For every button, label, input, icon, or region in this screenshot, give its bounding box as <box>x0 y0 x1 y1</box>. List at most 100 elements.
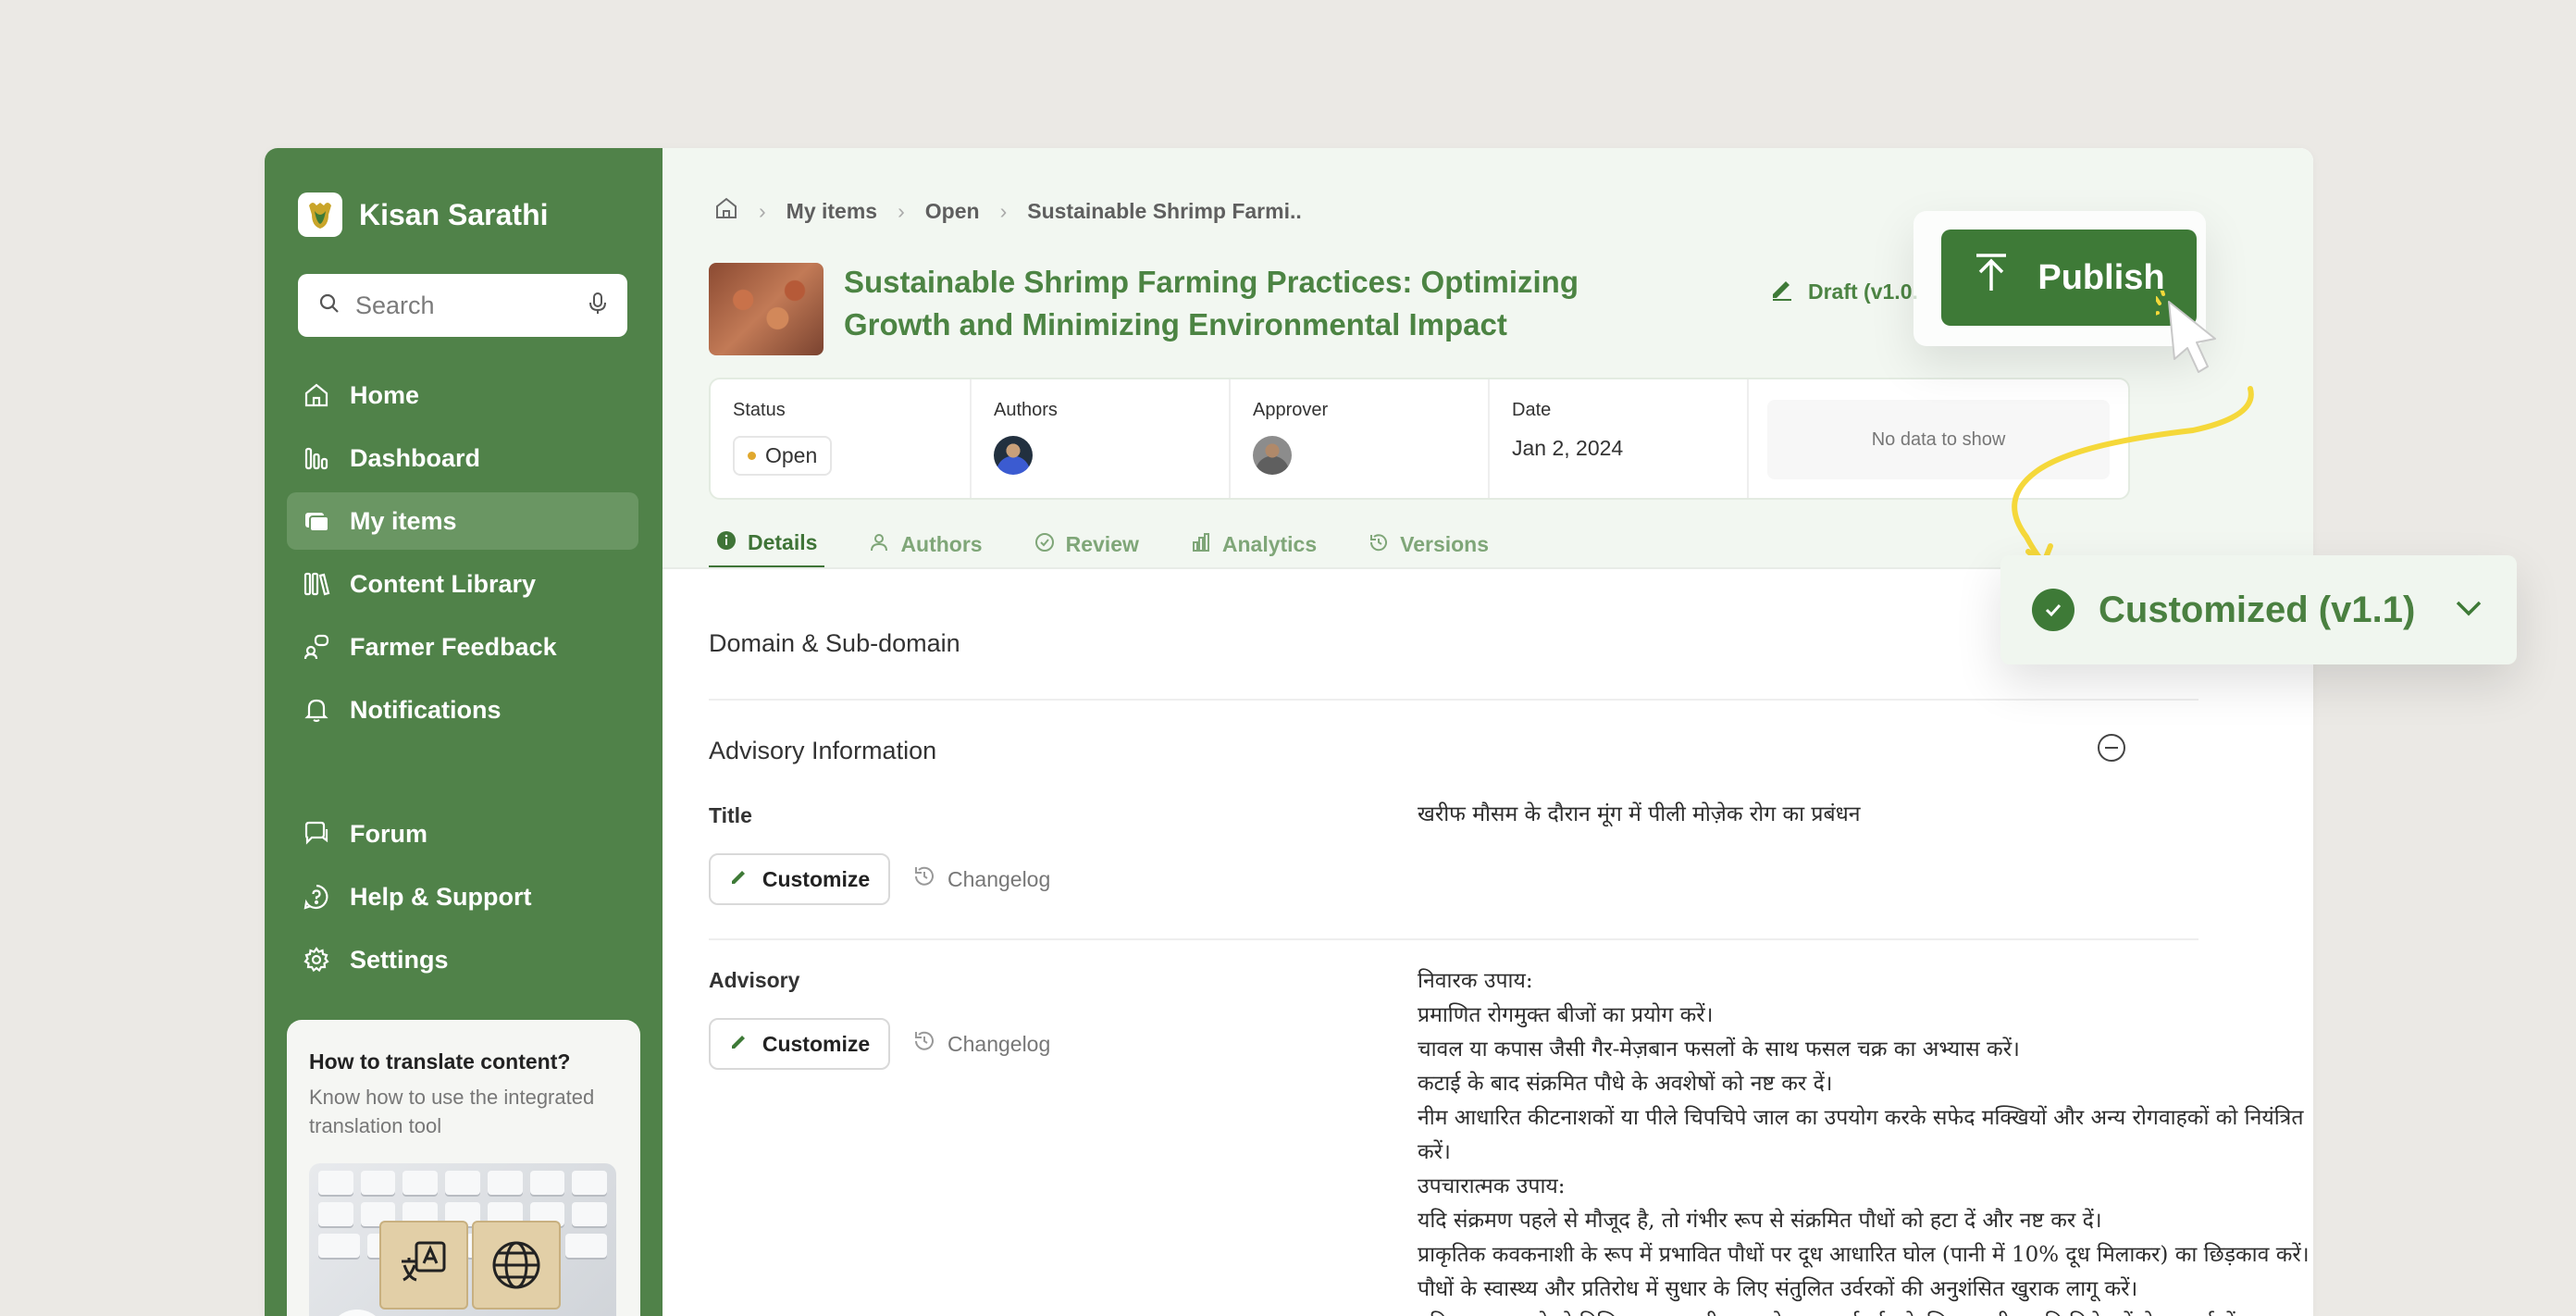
advisory-line: चावल या कपास जैसी गैर-मेज़बान फसलों के स… <box>1418 1037 2020 1061</box>
divider <box>709 699 2198 701</box>
help-card-description: Know how to use the integrated translati… <box>309 1086 595 1137</box>
upload-arrow-icon <box>1973 252 2010 304</box>
sidebar-item-dashboard[interactable]: Dashboard <box>287 429 638 487</box>
connector-curve-icon <box>2012 386 2254 567</box>
sidebar: Kisan Sarathi Search Home Dashboard My i <box>265 148 663 1316</box>
sidebar-item-label: Settings <box>350 945 449 974</box>
search-placeholder: Search <box>355 291 435 319</box>
customize-title-button[interactable]: Customize <box>709 853 890 905</box>
sidebar-item-my-items[interactable]: My items <box>287 492 638 550</box>
history-icon <box>912 864 936 894</box>
collapse-icon[interactable] <box>2097 733 2126 767</box>
sidebar-item-notifications[interactable]: Notifications <box>287 681 638 739</box>
advisory-line: उपचारात्मक उपाय: <box>1418 1174 1566 1198</box>
bar-chart-icon <box>1191 532 1211 558</box>
sidebar-item-label: Forum <box>350 819 427 848</box>
translation-tool-image <box>309 1162 616 1316</box>
gear-icon <box>302 945 331 975</box>
status-badge: Open <box>733 436 833 476</box>
meta-label: Date <box>1512 400 1552 420</box>
tab-details[interactable]: Details <box>709 520 825 569</box>
draft-version-badge[interactable]: Draft (v1.0. <box>1769 276 1928 307</box>
sidebar-item-farmer-feedback[interactable]: Farmer Feedback <box>287 618 638 676</box>
chat-bubble-icon <box>302 819 331 849</box>
info-icon <box>716 530 737 556</box>
version-dropdown[interactable]: Customized (v1.1) <box>2000 555 2517 664</box>
tab-analytics[interactable]: Analytics <box>1183 520 1324 569</box>
tab-review[interactable]: Review <box>1027 520 1146 569</box>
search-icon <box>318 292 341 319</box>
sidebar-item-label: Farmer Feedback <box>350 632 557 661</box>
search-input[interactable]: Search <box>298 274 627 337</box>
translate-icon <box>379 1220 468 1310</box>
meta-status: Status Open <box>711 379 970 498</box>
publish-label: Publish <box>2037 257 2165 297</box>
tab-versions[interactable]: Versions <box>1361 520 1496 569</box>
date-value: Jan 2, 2024 <box>1512 436 1624 460</box>
author-avatar[interactable] <box>994 436 1033 475</box>
sidebar-item-label: Notifications <box>350 695 502 724</box>
meta-label: Status <box>733 400 786 420</box>
help-card-title: How to translate content? <box>309 1049 571 1074</box>
advisory-line: प्रमाणित रोगमुक्त बीजों का प्रयोग करें। <box>1418 1003 1714 1027</box>
customize-label: Customize <box>762 866 871 891</box>
changelog-advisory-link[interactable]: Changelog <box>912 1018 1050 1070</box>
meta-authors: Authors <box>970 379 1229 498</box>
advisory-line: निवारक उपाय: <box>1418 969 1533 993</box>
status-value: Open <box>765 443 818 467</box>
page-title: Sustainable Shrimp Farming Practices: Op… <box>844 265 1579 341</box>
user-icon <box>869 532 889 558</box>
sidebar-item-label: Dashboard <box>350 443 481 472</box>
customize-advisory-button[interactable]: Customize <box>709 1018 890 1070</box>
sidebar-nav: Home Dashboard My items Content Library … <box>287 366 638 994</box>
sidebar-item-settings[interactable]: Settings <box>287 931 638 988</box>
breadcrumb-item[interactable]: My items <box>786 199 877 224</box>
breadcrumb-item[interactable]: Open <box>925 199 980 224</box>
tab-label: Details <box>748 530 818 554</box>
help-icon <box>302 882 331 912</box>
feedback-icon <box>302 632 331 662</box>
home-icon[interactable] <box>714 196 738 226</box>
meta-date: Date Jan 2, 2024 <box>1488 379 1747 498</box>
tab-label: Versions <box>1400 532 1490 556</box>
brand-name: Kisan Sarathi <box>359 197 549 231</box>
home-icon <box>302 380 331 410</box>
sidebar-item-label: My items <box>350 506 457 535</box>
play-button[interactable] <box>328 1309 387 1316</box>
draft-label: Draft (v1.0. <box>1808 279 1918 304</box>
divider <box>709 938 2198 940</box>
changelog-label: Changelog <box>947 866 1051 891</box>
advisory-line: पौधों के स्वास्थ्य और प्रतिरोध में सुधार… <box>1418 1277 2138 1301</box>
meta-approver: Approver <box>1229 379 1488 498</box>
advisory-line: कटाई के बाद संक्रमित पौधे के अवशेषों को … <box>1418 1072 1833 1096</box>
field-label-title: Title <box>709 803 752 827</box>
section-domain[interactable]: Domain & Sub-domain <box>709 629 960 658</box>
approver-avatar[interactable] <box>1253 436 1292 475</box>
advisory-text: निवारक उपाय: प्रमाणित रोगमुक्त बीजों का … <box>1418 964 2313 1316</box>
field-label-advisory: Advisory <box>709 968 800 992</box>
customize-label: Customize <box>762 1031 871 1056</box>
title-value: खरीफ मौसम के दौरान मूंग में पीली मोज़ेक … <box>1418 802 1861 826</box>
tab-authors[interactable]: Authors <box>861 520 989 569</box>
sidebar-item-home[interactable]: Home <box>287 366 638 424</box>
globe-icon <box>472 1220 561 1310</box>
sidebar-item-label: Help & Support <box>350 882 532 911</box>
breadcrumb-item: Sustainable Shrimp Farmi.. <box>1027 198 1302 223</box>
sidebar-item-content-library[interactable]: Content Library <box>287 555 638 613</box>
microphone-icon[interactable] <box>588 292 607 320</box>
version-dropdown-label: Customized (v1.1) <box>2099 589 2416 630</box>
advisory-line: यदि संक्रमण पहले से मौजूद है, तो गंभीर र… <box>1418 1209 2102 1233</box>
status-dot-icon <box>748 452 756 460</box>
history-icon <box>1368 532 1389 558</box>
sidebar-item-help-support[interactable]: Help & Support <box>287 868 638 925</box>
library-icon <box>302 569 331 599</box>
advisory-line: नीम आधारित कीटनाशकों या पीले चिपचिपे जाल… <box>1418 1106 2304 1164</box>
section-advisory-info: Advisory Information <box>709 737 937 764</box>
check-circle-icon <box>1034 532 1055 558</box>
sidebar-item-forum[interactable]: Forum <box>287 805 638 863</box>
brand[interactable]: Kisan Sarathi <box>298 192 549 237</box>
chevron-down-icon <box>2452 597 2485 624</box>
changelog-title-link[interactable]: Changelog <box>912 853 1050 905</box>
help-card[interactable]: How to translate content? Know how to us… <box>287 1020 640 1316</box>
tab-label: Authors <box>900 532 983 556</box>
